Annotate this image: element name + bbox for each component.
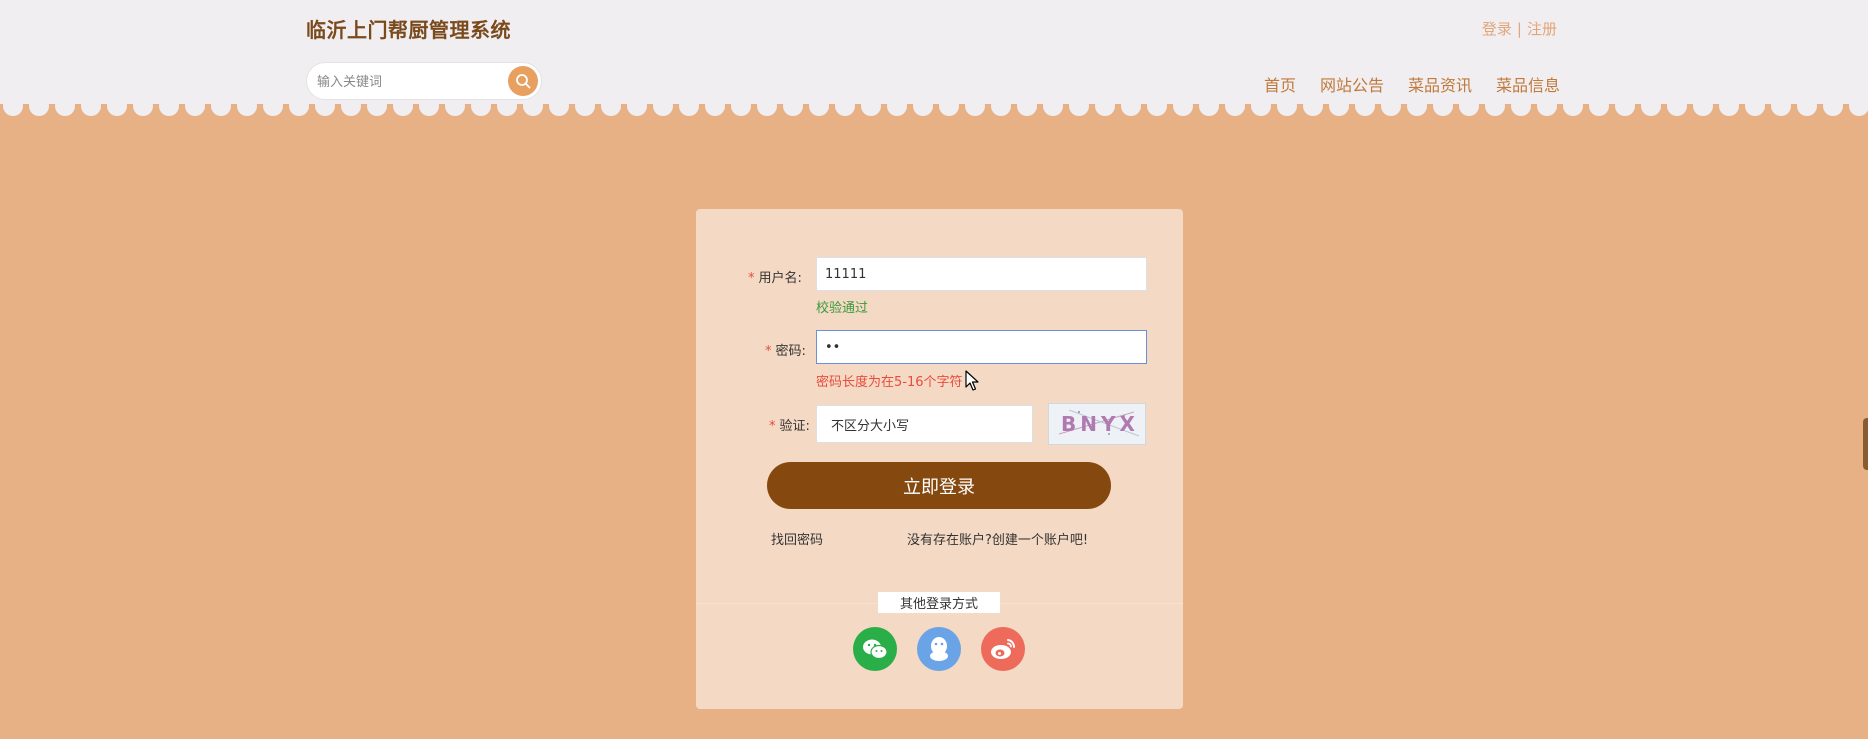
mouse-cursor-icon [965,370,979,391]
login-card: * 用户名: 11111 校验通过 * 密码: •• 密码长度为在5-16个字符 *… [696,209,1183,709]
login-link[interactable]: 登录 [1482,20,1512,38]
search-box [306,62,542,100]
required-mark: * [765,344,772,359]
login-button[interactable]: 立即登录 [767,462,1111,509]
create-account-link[interactable]: 没有存在账户?创建一个账户吧! [907,529,1088,548]
forgot-password-link[interactable]: 找回密码 [771,529,823,548]
captcha-label: * 验证: [769,419,810,434]
side-tab[interactable] [1863,418,1868,470]
password-field[interactable]: •• [816,330,1147,364]
captcha-field[interactable]: 不区分大小写 [816,405,1033,443]
required-mark: * [769,419,776,434]
weibo-icon [991,639,1016,659]
other-login-label: 其他登录方式 [878,592,1000,613]
password-label: * 密码: [765,344,806,359]
captcha-image[interactable]: BNYX [1048,403,1146,445]
captcha-graphic: BNYX [1058,409,1140,437]
auth-links: 登录 | 注册 [1482,18,1557,39]
qq-login-button[interactable] [917,627,961,671]
nav-home[interactable]: 首页 [1264,72,1296,96]
required-mark: * [748,271,755,286]
nav-dish-news[interactable]: 菜品资讯 [1408,72,1472,96]
weibo-login-button[interactable] [981,627,1025,671]
wechat-login-button[interactable] [853,627,897,671]
register-link[interactable]: 注册 [1527,20,1557,38]
username-field[interactable]: 11111 [816,257,1147,291]
auth-separator: | [1516,20,1522,38]
site-title: 临沂上门帮厨管理系统 [306,18,511,42]
wave-divider [0,104,1868,124]
nav-dish-info[interactable]: 菜品信息 [1496,72,1560,96]
main-nav: 首页 网站公告 菜品资讯 菜品信息 [1264,72,1560,96]
username-validation-message: 校验通过 [816,301,869,316]
search-button[interactable] [508,66,538,96]
search-input[interactable] [315,72,499,92]
captcha-text: BNYX [1061,412,1139,436]
search-icon [516,74,531,89]
username-label: * 用户名: [748,271,802,286]
nav-announcements[interactable]: 网站公告 [1320,72,1384,96]
password-validation-message: 密码长度为在5-16个字符 [816,375,963,390]
header: 临沂上门帮厨管理系统 登录| 注册 首页 网站公告 菜品资讯 菜品信息 [0,0,1868,118]
qq-icon [930,637,948,661]
wechat-icon [863,639,888,660]
